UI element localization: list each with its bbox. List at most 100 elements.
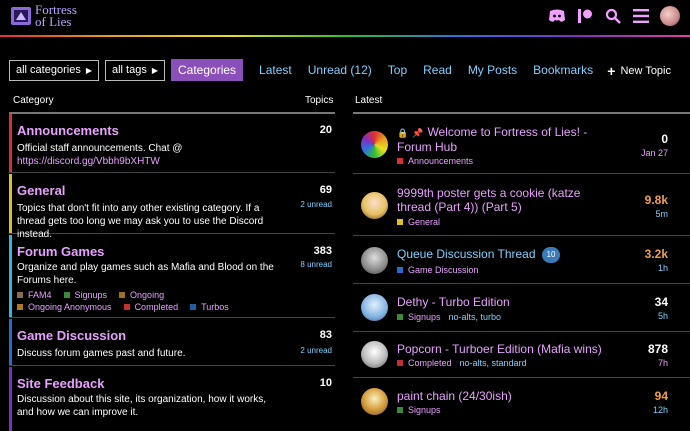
topic-title[interactable]: Queue Discussion Thread 10 [397, 247, 607, 263]
category-color-swatch [397, 360, 403, 366]
category-row-general[interactable]: General Topics that don't fit into any o… [9, 174, 335, 240]
topic-row[interactable]: paint chain (24/30ish) Signups 94 12h [353, 379, 690, 431]
category-color-bar [9, 319, 12, 365]
category-title[interactable]: Site Feedback [17, 376, 104, 391]
topic-row[interactable]: Dethy - Turbo Edition Signups no-alts, t… [353, 285, 690, 332]
nav-top[interactable]: Top [388, 63, 407, 77]
category-unread-count[interactable]: 8 unread [300, 260, 332, 269]
category-title[interactable]: General [17, 183, 65, 198]
nav-latest[interactable]: Latest [259, 63, 292, 77]
subcategory-ongoing[interactable]: Ongoing [119, 289, 164, 301]
topic-category-and-tags[interactable]: Completed no-alts, standard [397, 358, 527, 368]
navigation-bar: all categories ▶ all tags ▶ Categories L… [9, 59, 601, 81]
nav-unread[interactable]: Unread (12) [308, 63, 372, 77]
category-topic-count: 20 [319, 124, 332, 136]
category-description: Discuss forum games past and future. [17, 348, 186, 359]
new-topic-label: New Topic [620, 65, 671, 77]
nav-categories[interactable]: Categories [171, 59, 244, 81]
subcategory-color-swatch [190, 304, 197, 310]
subcategory-signups[interactable]: Signups [63, 289, 107, 301]
topic-tags[interactable]: no-alts, standard [460, 358, 527, 368]
discord-link[interactable]: https://discord.gg/Vbbh9bXHTW [17, 156, 160, 167]
caret-right-icon: ▶ [85, 65, 92, 75]
topic-poster-avatar[interactable] [361, 341, 388, 368]
topic-title[interactable]: 9999th poster gets a cookie (katze threa… [397, 186, 607, 214]
subcategory-color-swatch [119, 292, 126, 298]
topic-category[interactable]: General [397, 217, 440, 227]
category-color-swatch [397, 267, 403, 273]
topic-activity-age[interactable]: 1h [658, 263, 668, 273]
category-unread-count[interactable]: 2 unread [300, 346, 332, 355]
subcategory-completed[interactable]: Completed [123, 301, 178, 313]
topic-tags[interactable]: no-alts, turbo [449, 312, 502, 322]
topic-activity-age[interactable]: 5h [658, 311, 668, 321]
topic-category[interactable]: Game Discussion [397, 265, 479, 275]
caret-right-icon: ▶ [151, 65, 158, 75]
hamburger-menu-icon[interactable] [632, 7, 650, 25]
topic-activity-age[interactable]: 5m [655, 209, 668, 219]
site-logo[interactable]: Fortress of Lies [10, 3, 77, 28]
nav-my-posts[interactable]: My Posts [468, 63, 517, 77]
topic-activity-age[interactable]: 12h [653, 405, 668, 415]
categories-dropdown-label: all categories [16, 64, 81, 76]
topic-title[interactable]: 🔒 📌 Welcome to Fortress of Lies! - Forum H… [397, 125, 607, 154]
category-row-forum-games[interactable]: Forum Games Organize and play games such… [9, 235, 335, 318]
category-title[interactable]: Announcements [17, 123, 119, 138]
subcategory-fam4[interactable]: FAM4 [17, 289, 52, 301]
nav-read[interactable]: Read [423, 63, 452, 77]
discord-icon[interactable] [548, 7, 566, 25]
patreon-icon[interactable] [576, 7, 594, 25]
category-color-bar [9, 174, 12, 233]
topic-activity-age[interactable]: Jan 27 [641, 148, 668, 158]
topic-category[interactable]: Signups [397, 405, 441, 415]
category-color-swatch [397, 407, 403, 413]
topic-row[interactable]: Popcorn - Turboer Edition (Mafia wins) C… [353, 333, 690, 378]
latest-column-header[interactable]: Latest [355, 95, 382, 106]
topic-row[interactable]: 9999th poster gets a cookie (katze threa… [353, 175, 690, 236]
subcategory-list: FAM4 Signups Ongoing Ongoing Anonymous C… [17, 289, 277, 313]
subcategory-color-swatch [63, 292, 70, 298]
category-color-bar [9, 114, 12, 172]
topic-category-and-tags[interactable]: Signups no-alts, turbo [397, 312, 501, 322]
topic-title[interactable]: Dethy - Turbo Edition [397, 295, 607, 309]
category-row-game-discussion[interactable]: Game Discussion Discuss forum games past… [9, 319, 335, 366]
topic-post-count[interactable]: 34 [655, 295, 668, 309]
categories-dropdown[interactable]: all categories ▶ [9, 59, 99, 81]
category-title[interactable]: Forum Games [17, 244, 104, 259]
category-column-header[interactable]: Category [13, 95, 54, 106]
topic-title[interactable]: paint chain (24/30ish) [397, 389, 607, 403]
category-topic-count: 10 [319, 377, 332, 389]
topic-post-count[interactable]: 0 [661, 132, 668, 146]
category-unread-count[interactable]: 2 unread [300, 200, 332, 209]
topic-post-count[interactable]: 94 [655, 389, 668, 403]
pin-icon: 📌 [412, 128, 424, 138]
category-title[interactable]: Game Discussion [17, 328, 126, 343]
topic-poster-avatar[interactable] [361, 294, 388, 321]
topic-category[interactable]: Announcements [397, 156, 473, 166]
topics-column-header[interactable]: Topics [305, 95, 333, 106]
category-color-bar [9, 235, 12, 317]
topic-poster-avatar[interactable] [361, 131, 388, 158]
tags-dropdown[interactable]: all tags ▶ [104, 59, 165, 81]
topic-row[interactable]: 🔒 📌 Welcome to Fortress of Lies! - Forum H… [353, 114, 690, 174]
category-row-announcements[interactable]: Announcements Official staff announcemen… [9, 114, 335, 173]
topic-poster-avatar[interactable] [361, 247, 388, 274]
subcategory-turbos[interactable]: Turbos [190, 301, 229, 313]
unread-posts-badge[interactable]: 10 [541, 247, 561, 263]
topic-title[interactable]: Popcorn - Turboer Edition (Mafia wins) [397, 342, 607, 356]
new-topic-button[interactable]: + New Topic [607, 63, 671, 79]
topic-post-count[interactable]: 9.8k [645, 193, 668, 207]
subcategory-ongoing-anonymous[interactable]: Ongoing Anonymous [17, 301, 112, 313]
topic-poster-avatar[interactable] [361, 388, 388, 415]
nav-bookmarks[interactable]: Bookmarks [533, 63, 593, 77]
category-row-site-feedback[interactable]: Site Feedback Discussion about this site… [9, 367, 335, 431]
user-avatar[interactable] [660, 6, 680, 26]
search-icon[interactable] [604, 7, 622, 25]
topic-post-count[interactable]: 878 [648, 342, 668, 356]
subcategory-color-swatch [17, 304, 23, 310]
topic-post-count[interactable]: 3.2k [645, 247, 668, 261]
topic-activity-age[interactable]: 7h [658, 358, 668, 368]
topic-row[interactable]: Queue Discussion Thread 10 Game Discussio… [353, 237, 690, 284]
topic-poster-avatar[interactable] [361, 192, 388, 219]
subcategory-color-swatch [123, 304, 130, 310]
